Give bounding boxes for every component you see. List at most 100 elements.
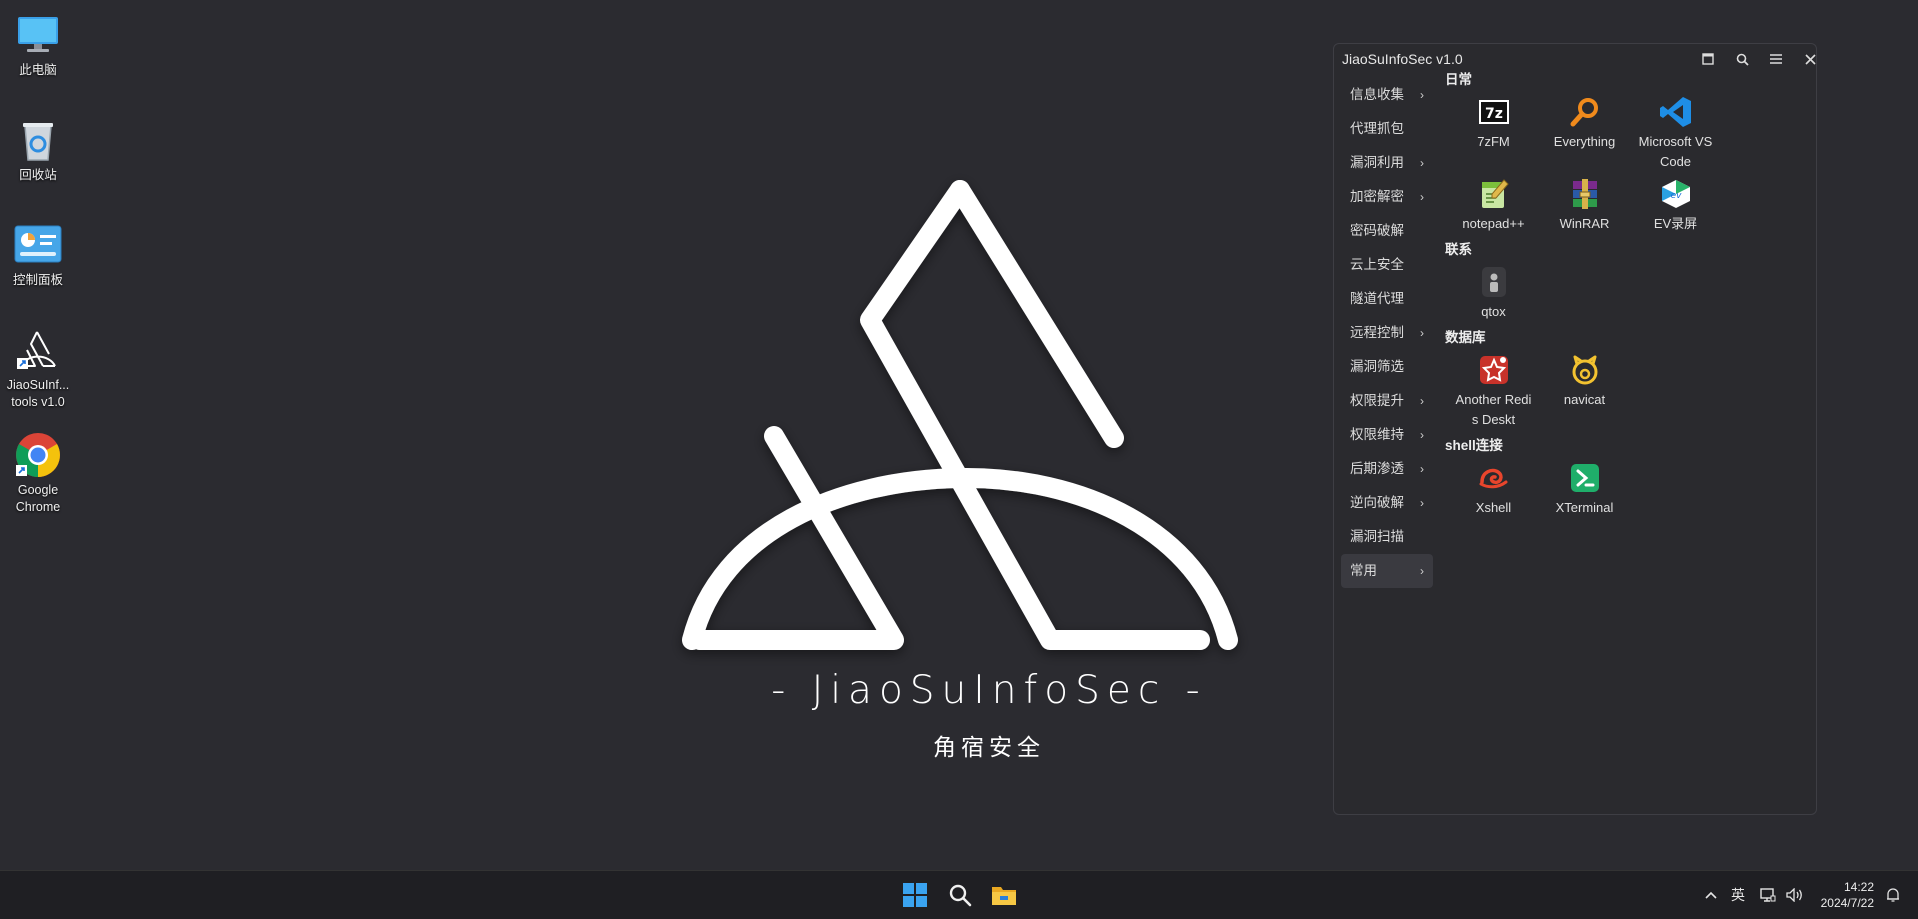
sidebar-item-crypto[interactable]: 加密解密 › (1341, 180, 1433, 214)
clock-date: 2024/7/22 (1820, 896, 1874, 910)
taskbar: 英 14:22 2024/7/22 (0, 870, 1918, 919)
app-navicat[interactable]: navicat (1539, 348, 1630, 430)
sidebar-item-label: 权限提升 (1350, 393, 1404, 408)
desktop-icon-jiaosu-tools[interactable]: JiaoSuInf... tools v1.0 (0, 317, 76, 411)
volume-button[interactable] (1784, 871, 1806, 919)
desktop-icon-this-pc[interactable]: 此电脑 (0, 2, 76, 79)
maximize-button[interactable] (1696, 48, 1720, 70)
app-vscode[interactable]: Microsoft VS Code (1630, 90, 1721, 172)
svg-text:7z: 7z (1485, 106, 1503, 122)
app-name: Everything (1553, 134, 1616, 149)
section-title: shell连接 (1445, 438, 1503, 453)
sidebar-item-vuln-scan[interactable]: 漏洞扫描 (1341, 520, 1433, 554)
start-button[interactable] (893, 871, 937, 919)
sidebar-item-reverse-engineering[interactable]: 逆向破解 › (1341, 486, 1433, 520)
network-icon (1760, 888, 1776, 902)
app-notepadpp[interactable]: notepad++ (1448, 172, 1539, 234)
chevron-right-icon: › (1420, 564, 1424, 578)
sidebar-item-label: 后期渗透 (1350, 461, 1404, 476)
desktop-icon-control-panel[interactable]: 控制面板 (0, 212, 76, 289)
search-icon (1736, 53, 1749, 66)
sidebar-item-label: 逆向破解 (1350, 495, 1404, 510)
app-name: qtox (1481, 304, 1506, 319)
section-title: 联系 (1445, 242, 1472, 257)
speaker-icon (1786, 888, 1802, 902)
file-explorer-button[interactable] (982, 871, 1026, 919)
wallpaper-logo (682, 180, 1238, 650)
app-another-redis-desktop[interactable]: Another Redis Deskt (1448, 348, 1539, 430)
everything-icon (1568, 95, 1602, 129)
app-ev-recorder[interactable]: ev EV录屏 (1630, 172, 1721, 234)
notifications-button[interactable] (1882, 871, 1904, 919)
chevron-right-icon: › (1420, 88, 1424, 102)
app-name: Xshell (1475, 500, 1512, 515)
notepadpp-icon (1477, 177, 1511, 211)
sidebar-item-common[interactable]: 常用 › (1341, 554, 1433, 588)
vscode-icon (1659, 95, 1693, 129)
app-launcher-content: 日常 7z 7zFM Everything Microsoft VS Code … (1445, 70, 1808, 518)
sidebar-item-label: 漏洞筛选 (1350, 359, 1404, 374)
close-button[interactable] (1798, 48, 1822, 70)
app-name: Microsoft VS Code (1638, 134, 1713, 169)
show-hidden-icons-button[interactable] (1700, 871, 1722, 919)
app-winrar[interactable]: WinRAR (1539, 172, 1630, 234)
section-title: 日常 (1445, 72, 1472, 87)
clock[interactable]: 14:22 2024/7/22 (1821, 879, 1874, 911)
app-xterminal[interactable]: XTerminal (1539, 456, 1630, 518)
winrar-icon (1568, 177, 1602, 211)
sidebar-item-label: 代理抓包 (1350, 121, 1404, 136)
app-name: WinRAR (1559, 216, 1610, 231)
sidebar-item-persistence[interactable]: 权限维持 › (1341, 418, 1433, 452)
notification-bell-icon (1887, 888, 1899, 902)
sidebar-item-label: 权限维持 (1350, 427, 1404, 442)
app-name: EV录屏 (1653, 216, 1698, 231)
sidebar-item-info-gathering[interactable]: 信息收集 › (1341, 78, 1433, 112)
app-7zfm[interactable]: 7z 7zFM (1448, 90, 1539, 172)
xterminal-icon (1568, 461, 1602, 495)
sidebar-item-password-cracking[interactable]: 密码破解 (1341, 214, 1433, 248)
chevron-right-icon: › (1420, 190, 1424, 204)
sidebar-item-vuln-filter[interactable]: 漏洞筛选 (1341, 350, 1433, 384)
app-name: navicat (1563, 392, 1606, 407)
ime-indicator[interactable]: 英 (1726, 871, 1750, 919)
windows-logo-icon (903, 883, 927, 907)
app-grid: qtox (1448, 260, 1808, 322)
maximize-icon (1702, 53, 1714, 65)
7zip-icon: 7z (1477, 95, 1511, 129)
app-name: notepad++ (1462, 216, 1525, 231)
search-icon (949, 884, 972, 907)
window-title: JiaoSuInfoSec v1.0 (1342, 51, 1463, 67)
clock-time: 14:22 (1843, 880, 1874, 894)
sidebar-item-post-exploitation[interactable]: 后期渗透 › (1341, 452, 1433, 486)
app-xshell[interactable]: Xshell (1448, 456, 1539, 518)
chevron-right-icon: › (1420, 428, 1424, 442)
sidebar-item-tunnel-proxy[interactable]: 隧道代理 (1341, 282, 1433, 316)
app-everything[interactable]: Everything (1539, 90, 1630, 172)
sidebar-item-privilege-escalation[interactable]: 权限提升 › (1341, 384, 1433, 418)
folder-icon (992, 887, 1016, 905)
desktop-icon-label: 此电脑 (19, 63, 57, 77)
app-name: XTerminal (1555, 500, 1614, 515)
sidebar-item-remote-control[interactable]: 远程控制 › (1341, 316, 1433, 350)
network-button[interactable] (1757, 871, 1779, 919)
sidebar-item-label: 密码破解 (1350, 223, 1404, 238)
desktop-icon-google-chrome[interactable]: Google Chrome (0, 422, 76, 516)
chevron-right-icon: › (1420, 156, 1424, 170)
recycle-bin-icon (13, 115, 63, 165)
app-qtox[interactable]: qtox (1448, 260, 1539, 322)
sidebar-item-proxy-capture[interactable]: 代理抓包 (1341, 112, 1433, 146)
sidebar-item-label: 漏洞扫描 (1350, 529, 1404, 544)
menu-button[interactable] (1764, 48, 1788, 70)
desktop-icon-label: JiaoSuInf... tools v1.0 (6, 378, 70, 409)
xshell-icon (1477, 461, 1511, 495)
ev-recorder-icon: ev (1659, 177, 1693, 211)
sidebar-item-cloud-security[interactable]: 云上安全 (1341, 248, 1433, 282)
search-button[interactable] (1730, 48, 1754, 70)
redis-icon (1477, 353, 1511, 387)
app-name: Another Redis Deskt (1455, 392, 1532, 427)
desktop-icon-recycle-bin[interactable]: 回收站 (0, 107, 76, 184)
control-panel-icon (13, 220, 63, 270)
sidebar-item-exploit[interactable]: 漏洞利用 › (1341, 146, 1433, 180)
taskbar-search-button[interactable] (938, 871, 982, 919)
close-icon (1804, 53, 1816, 65)
